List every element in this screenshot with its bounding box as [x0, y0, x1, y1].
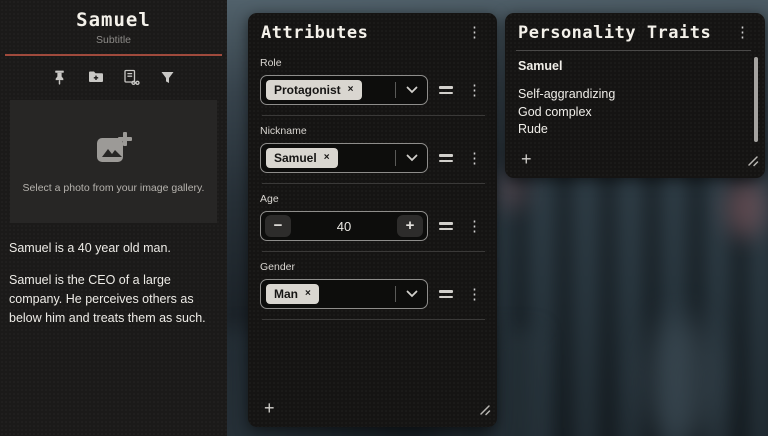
input-separator — [395, 82, 396, 98]
character-sidebar: Samuel Subtitle — [0, 0, 227, 436]
app-window: Samuel Subtitle — [0, 0, 768, 436]
attribute-label: Role — [260, 57, 487, 69]
personality-traits-panel: Personality Traits ⋮ Samuel Self-aggrand… — [505, 13, 765, 178]
kebab-icon: ⋮ — [467, 218, 482, 235]
pin-icon — [51, 69, 68, 86]
kebab-icon: ⋮ — [467, 24, 482, 41]
tag-chip[interactable]: Man × — [266, 284, 319, 304]
field-menu-button[interactable]: ⋮ — [462, 217, 487, 236]
tag-remove-icon[interactable]: × — [348, 85, 354, 95]
add-image-icon — [93, 130, 135, 173]
personality-editor[interactable]: Samuel Self-aggrandizing God complex Rud… — [505, 51, 765, 139]
nickname-tag-select[interactable]: Samuel × — [260, 143, 428, 173]
attributes-panel: Attributes ⋮ Role Protagonist × — [248, 13, 497, 427]
trait-item: Rude — [518, 121, 747, 139]
attribute-row-nickname: Nickname Samuel × — [248, 125, 497, 184]
sidebar-toolbar — [0, 64, 227, 90]
trait-item: God complex — [518, 104, 747, 122]
kebab-icon: ⋮ — [467, 150, 482, 167]
row-divider — [262, 183, 485, 184]
add-trait-button[interactable]: + — [515, 147, 538, 172]
character-title-field[interactable]: Samuel — [0, 9, 227, 31]
attribute-rows: Role Protagonist × — [248, 57, 497, 320]
field-menu-button[interactable]: ⋮ — [462, 285, 487, 304]
tag-remove-icon[interactable]: × — [324, 153, 330, 163]
character-description-editor[interactable]: Samuel is a 40 year old man. Samuel is t… — [0, 233, 227, 328]
tag-chip[interactable]: Protagonist × — [266, 80, 362, 100]
photo-placeholder-caption: Select a photo from your image gallery. — [23, 182, 205, 194]
attribute-label: Age — [260, 193, 487, 205]
tag-label: Samuel — [274, 151, 317, 165]
character-subtitle-field[interactable]: Subtitle — [0, 34, 227, 46]
chevron-down-icon — [406, 149, 418, 167]
accent-divider — [5, 54, 222, 56]
trait-list: Self-aggrandizing God complex Rude — [518, 86, 747, 139]
add-attribute-button[interactable]: + — [258, 396, 281, 421]
panel-menu-button[interactable]: ⋮ — [730, 23, 755, 42]
drag-handle-icon[interactable] — [438, 151, 454, 165]
age-value[interactable]: 40 — [291, 219, 397, 234]
resize-handle-icon[interactable] — [478, 403, 491, 421]
filter-icon — [160, 70, 175, 85]
field-menu-button[interactable]: ⋮ — [462, 81, 487, 100]
attribute-label: Nickname — [260, 125, 487, 137]
field-menu-button[interactable]: ⋮ — [462, 149, 487, 168]
drag-handle-icon[interactable] — [438, 219, 454, 233]
attributes-panel-title: Attributes — [261, 23, 368, 43]
gender-tag-select[interactable]: Man × — [260, 279, 428, 309]
pin-button[interactable] — [49, 66, 71, 88]
description-paragraph: Samuel is the CEO of a large company. He… — [9, 271, 218, 328]
kebab-icon: ⋮ — [735, 24, 750, 41]
template-icon — [122, 68, 141, 87]
dropdown-toggle[interactable] — [402, 284, 422, 304]
drag-handle-icon[interactable] — [438, 83, 454, 97]
personality-heading: Samuel — [518, 59, 747, 73]
panel-menu-button[interactable]: ⋮ — [462, 23, 487, 42]
description-paragraph: Samuel is a 40 year old man. — [9, 239, 218, 258]
attribute-label: Gender — [260, 261, 487, 273]
scrollbar-thumb[interactable] — [754, 57, 758, 142]
row-divider — [262, 319, 485, 320]
chevron-down-icon — [406, 81, 418, 99]
input-separator — [395, 286, 396, 302]
dropdown-toggle[interactable] — [402, 148, 422, 168]
row-divider — [262, 115, 485, 116]
attributes-panel-header: Attributes ⋮ — [248, 13, 497, 43]
role-tag-select[interactable]: Protagonist × — [260, 75, 428, 105]
background-light-glow — [646, 316, 716, 436]
dropdown-toggle[interactable] — [402, 80, 422, 100]
personality-panel-header: Personality Traits ⋮ — [505, 13, 765, 43]
templates-button[interactable] — [121, 66, 143, 88]
tag-label: Man — [274, 287, 298, 301]
background-pink-glow — [726, 178, 766, 238]
chevron-down-icon — [406, 285, 418, 303]
increment-button[interactable]: + — [397, 215, 423, 237]
attribute-row-gender: Gender Man × — [248, 261, 497, 320]
drag-handle-icon[interactable] — [438, 287, 454, 301]
age-stepper: − 40 + — [260, 211, 428, 241]
trait-item: Self-aggrandizing — [518, 86, 747, 104]
tag-remove-icon[interactable]: × — [305, 289, 311, 299]
folder-plus-icon — [87, 68, 105, 86]
kebab-icon: ⋮ — [467, 286, 482, 303]
resize-handle-icon[interactable] — [746, 154, 759, 172]
filter-button[interactable] — [157, 66, 179, 88]
tag-label: Protagonist — [274, 83, 341, 97]
attribute-row-age: Age − 40 + ⋮ — [248, 193, 497, 252]
tag-chip[interactable]: Samuel × — [266, 148, 338, 168]
add-to-folder-button[interactable] — [85, 66, 107, 88]
decrement-button[interactable]: − — [265, 215, 291, 237]
personality-panel-title: Personality Traits — [518, 23, 711, 43]
photo-placeholder[interactable]: Select a photo from your image gallery. — [10, 100, 217, 223]
row-divider — [262, 251, 485, 252]
input-separator — [395, 150, 396, 166]
kebab-icon: ⋮ — [467, 82, 482, 99]
attribute-row-role: Role Protagonist × — [248, 57, 497, 116]
